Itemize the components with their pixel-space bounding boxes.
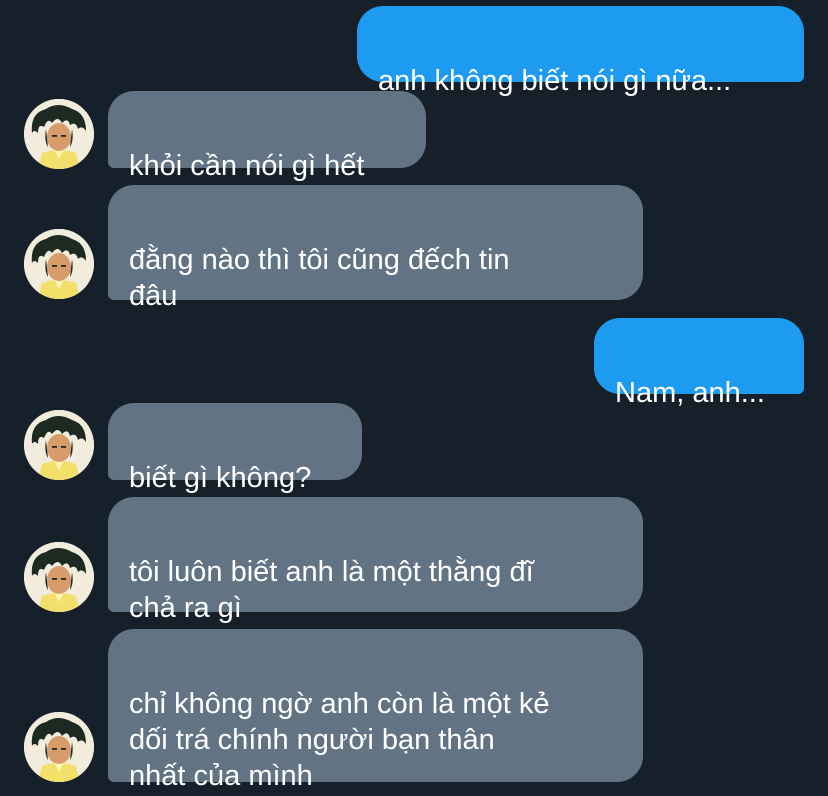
message-text: chỉ không ngờ anh còn là một kẻ dối trá … — [129, 688, 550, 792]
anime-character-avatar-icon — [24, 99, 94, 169]
message-text: đằng nào thì tôi cũng đếch tin đâu — [129, 244, 510, 312]
avatar[interactable] — [24, 712, 94, 782]
incoming-message-bubble[interactable]: đằng nào thì tôi cũng đếch tin đâu — [108, 185, 643, 312]
incoming-message-bubble[interactable]: biết gì không? — [108, 403, 362, 494]
anime-character-avatar-icon — [24, 410, 94, 480]
avatar[interactable] — [24, 410, 94, 480]
outgoing-message-bubble[interactable]: Nam, anh... — [594, 318, 804, 409]
incoming-message-bubble[interactable]: tôi luôn biết anh là một thằng đĩ chả ra… — [108, 497, 643, 624]
message-text: tôi luôn biết anh là một thằng đĩ chả ra… — [129, 556, 534, 624]
anime-character-avatar-icon — [24, 229, 94, 299]
avatar[interactable] — [24, 542, 94, 612]
chat-thread: anh không biết nói gì nữa... khỏi cần nó… — [0, 0, 828, 796]
anime-character-avatar-icon — [24, 712, 94, 782]
incoming-message-bubble[interactable]: khỏi cần nói gì hết — [108, 91, 426, 182]
message-text: Nam, anh... — [615, 377, 765, 409]
avatar[interactable] — [24, 229, 94, 299]
message-text: khỏi cần nói gì hết — [129, 150, 365, 182]
message-text: biết gì không? — [129, 462, 312, 494]
anime-character-avatar-icon — [24, 542, 94, 612]
message-text: anh không biết nói gì nữa... — [378, 65, 732, 97]
incoming-message-bubble[interactable]: chỉ không ngờ anh còn là một kẻ dối trá … — [108, 629, 643, 792]
outgoing-message-bubble[interactable]: anh không biết nói gì nữa... — [357, 6, 804, 97]
avatar[interactable] — [24, 99, 94, 169]
